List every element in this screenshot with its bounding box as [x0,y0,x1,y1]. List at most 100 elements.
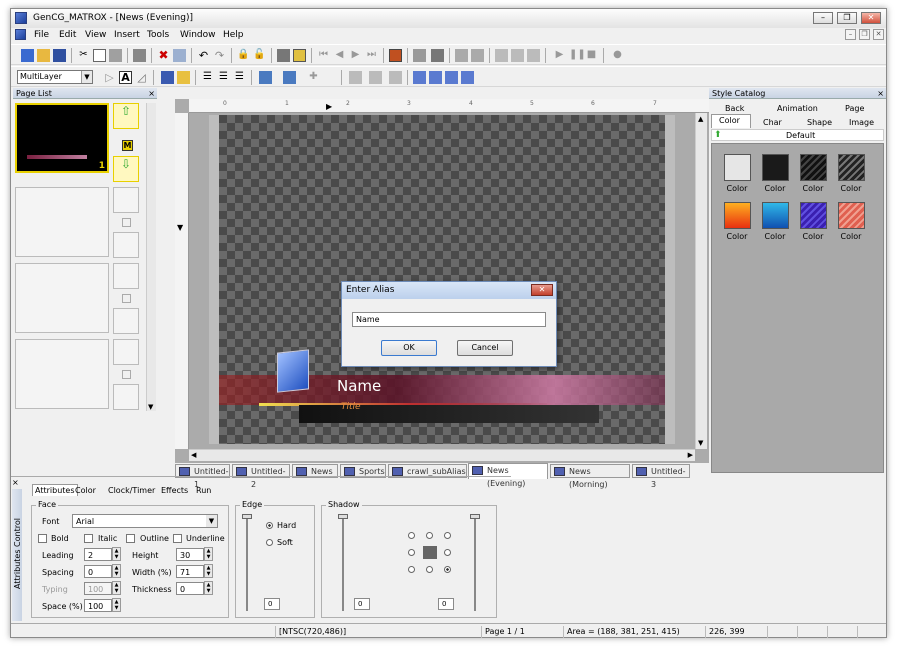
color-swatch[interactable] [800,202,827,229]
edge-slider-track[interactable] [246,516,248,611]
shadow-dir-radio[interactable] [408,532,415,539]
paste-icon[interactable] [109,49,122,62]
tab-effects[interactable]: Effects [161,486,188,495]
leading-input[interactable]: 2 [84,548,112,561]
color-swatch[interactable] [724,202,751,229]
shadow-dir-radio-selected[interactable] [444,566,451,573]
menu-insert[interactable]: Insert [114,30,140,40]
layout-icon[interactable] [277,49,290,62]
properties-icon[interactable] [173,49,186,62]
close-button[interactable]: ✕ [861,12,881,24]
restore-button[interactable]: ❐ [837,12,857,24]
vertical-scrollbar[interactable]: ▲ ▼ [695,113,707,449]
shadow-dir-radio[interactable] [426,566,433,573]
stop-icon[interactable]: ■ [585,49,598,62]
page-slot-button[interactable] [113,232,139,258]
font-select[interactable]: Arial ▼ [72,514,218,528]
align-right-icon[interactable]: ☰ [233,71,246,84]
scroll-up-icon[interactable]: ▲ [698,115,703,123]
title-text[interactable]: Title [341,402,361,412]
shadow-value-right[interactable]: 0 [438,598,454,610]
image-tool-icon[interactable] [161,71,174,84]
unlock-icon[interactable]: 🔓 [253,49,266,62]
chevron-down-icon[interactable]: ▼ [206,515,217,527]
last-page-icon[interactable]: ⏭ [365,49,378,62]
tool-f-icon[interactable] [511,49,524,62]
mdi-restore-button[interactable]: ❐ [859,29,870,40]
tab-news-morning[interactable]: News (Morning) [550,464,630,489]
tool-d-icon[interactable] [471,49,484,62]
typing-input[interactable]: 100 [84,582,112,595]
tool-b-icon[interactable] [431,49,444,62]
distribute-icon[interactable] [283,71,296,84]
leading-spinner[interactable]: ▲ ▼ [112,547,121,561]
shadow-slider-track[interactable] [342,516,344,611]
page-list-scrollbar[interactable]: ▼ [146,103,156,411]
undo-icon[interactable]: ↶ [197,49,210,62]
menu-edit[interactable]: Edit [59,30,76,40]
shadow-dir-radio[interactable] [444,532,451,539]
tab-shape[interactable]: Shape [807,118,832,127]
width-spinner[interactable]: ▲ ▼ [204,564,213,578]
cancel-button[interactable]: Cancel [457,340,513,356]
color-swatch[interactable] [724,154,751,181]
thickness-spinner[interactable]: ▲ ▼ [204,581,213,595]
outline-checkbox[interactable] [126,534,135,543]
shadow-dir-radio[interactable] [444,549,451,556]
color-swatch[interactable] [762,154,789,181]
ungroup-icon[interactable] [369,71,382,84]
page-up-icon[interactable]: ⇧ [113,103,139,129]
typing-spinner[interactable]: ▲ ▼ [112,581,121,595]
color-swatch[interactable] [762,202,789,229]
cut-icon[interactable]: ✂ [77,49,90,62]
tab-char[interactable]: Char [763,118,782,127]
menu-window[interactable]: Window [180,30,216,40]
layout-active-icon[interactable] [293,49,306,62]
hard-radio[interactable] [266,522,273,529]
ok-button[interactable]: OK [381,340,437,356]
text-tool-icon[interactable]: A [119,71,132,84]
alias-input[interactable]: Name [352,312,546,327]
shape-tool-icon[interactable]: ◿ [135,71,148,84]
page-thumbnail-4[interactable] [15,339,109,409]
tab-attributes[interactable]: Attributes [32,484,78,496]
page-thumbnail-1[interactable]: 1 [15,103,109,173]
shadow-value-left[interactable]: 0 [354,598,370,610]
shadow-slider-thumb[interactable] [338,514,348,519]
chevron-down-icon[interactable]: ▼ [81,71,92,83]
edge-value[interactable]: 0 [264,598,280,610]
delete-icon[interactable]: ✖ [157,49,170,62]
tab-color-attr[interactable]: Color [75,486,96,495]
mdi-close-button[interactable]: ✕ [873,29,884,40]
default-row[interactable]: ⬆ Default [711,129,884,141]
pause-icon[interactable]: ❚❚ [569,49,586,62]
copy-icon[interactable] [93,49,106,62]
slot-checkbox[interactable] [122,218,131,227]
scroll-down-icon[interactable]: ▼ [698,439,703,447]
space-spinner[interactable]: ▲ ▼ [112,598,121,612]
object-tool-icon[interactable] [177,71,190,84]
dialog-close-button[interactable]: ✕ [531,284,553,296]
soft-radio[interactable] [266,539,273,546]
align-center-icon[interactable]: ☰ [217,71,230,84]
next-page-icon[interactable]: ▶ [349,49,362,62]
prev-page-icon[interactable]: ◀ [333,49,346,62]
save-icon[interactable] [53,49,66,62]
color-swatch[interactable] [838,154,865,181]
width-input[interactable]: 71 [176,565,204,578]
tab-run[interactable]: Run [196,486,211,495]
page-slot-button[interactable] [113,263,139,289]
menu-tools[interactable]: Tools [147,30,169,40]
page-slot-button[interactable] [113,187,139,213]
height-spinner[interactable]: ▲ ▼ [204,547,213,561]
tool-g-icon[interactable] [527,49,540,62]
shadow-slider-thumb-right[interactable] [470,514,480,519]
italic-checkbox[interactable] [84,534,93,543]
underline-checkbox[interactable] [173,534,182,543]
group-icon[interactable] [349,71,362,84]
new-icon[interactable] [21,49,34,62]
scroll-left-icon[interactable]: ◀ [191,451,196,459]
layer-select[interactable]: MultiLayer ▼ [17,70,93,84]
open-icon[interactable] [37,49,50,62]
send-back-icon[interactable] [461,71,474,84]
